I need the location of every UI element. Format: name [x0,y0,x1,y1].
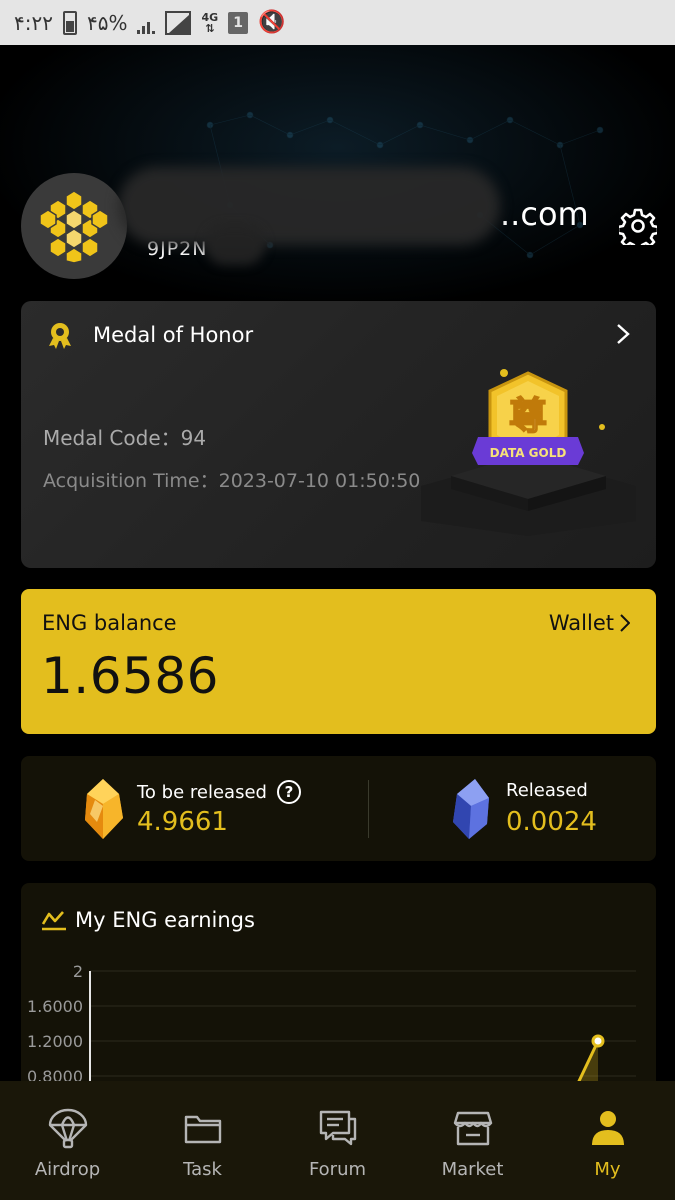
nav-label: Airdrop [34,1159,101,1180]
parachute-icon [48,1108,87,1149]
nav-task[interactable]: Task [135,1081,270,1200]
badge-label: DATA GOLD [490,446,567,460]
bottom-navigation: Airdrop Task Forum Market My [0,1081,675,1200]
nav-airdrop[interactable]: Airdrop [0,1081,135,1200]
folder-icon [184,1115,221,1144]
profile-header: ..com 9JP2N [0,45,675,300]
chevron-right-icon [620,614,630,632]
sim-signal-icon [165,10,192,35]
earnings-header: My ENG earnings [41,908,255,932]
balance-label: ENG balance [42,611,177,635]
nav-label: Market [441,1159,504,1180]
chat-icon [319,1110,356,1146]
status-bar: ۴:۲۲ ۴۵% 4G ⇅ 1 🔇 [0,0,675,45]
balance-value: 1.6586 [41,647,219,705]
acquisition-time: Acquisition Time：2023-07-10 01:50:50 [43,470,421,492]
eng-earnings-card: My ENG earnings 2 1.6000 1.2000 0.8000 [21,883,656,1113]
nav-label: Task [183,1159,222,1180]
release-card: To be released ? 4.9661 Released 0.0024 [21,756,656,861]
released-label: Released [506,780,588,801]
eng-balance-card: ENG balance Wallet 1.6586 [21,589,656,734]
badge-character: 尊 [509,394,547,438]
chevron-right-icon[interactable] [616,323,630,345]
battery-percent: ۴۵% [86,10,128,35]
wallet-label: Wallet [548,611,614,635]
person-icon [591,1111,624,1145]
y-tick-label: 1.6000 [27,997,83,1016]
nav-label: My [594,1159,621,1180]
to-be-released-label: To be released [137,781,267,803]
earnings-title: My ENG earnings [75,908,255,932]
wallet-link[interactable]: Wallet [549,611,630,635]
network-type: 4G ⇅ [201,10,219,35]
gold-gem-icon [85,779,123,839]
medal-of-honor-card[interactable]: Medal of Honor Medal Code：94 Acquisition… [21,301,656,568]
divider [368,780,369,838]
nav-my[interactable]: My [540,1081,675,1200]
blue-gem-icon [453,779,489,839]
username: ..com [500,195,589,233]
medal-icon [49,323,71,349]
avatar[interactable] [21,173,127,279]
mute-icon: 🔇 [258,10,286,35]
honeycomb-logo-icon [39,190,109,263]
y-tick-label: 2 [73,962,83,981]
sim-slot-icon: 1 [228,11,249,34]
trend-chart-icon [41,911,66,931]
nav-market[interactable]: Market [405,1081,540,1200]
to-be-released-value: 4.9661 [137,807,228,837]
to-be-released-label-row: To be released ? [137,780,301,804]
signal-icon [137,12,156,34]
medal-title: Medal of Honor [93,323,254,347]
released-value: 0.0024 [506,807,597,837]
nav-forum[interactable]: Forum [270,1081,405,1200]
clock: ۴:۲۲ [14,10,53,35]
settings-gear-icon[interactable] [619,207,657,245]
data-gold-badge-icon: 尊 DATA GOLD [421,369,636,536]
battery-icon [62,10,77,35]
data-point [591,1034,605,1048]
medal-header: Medal of Honor [45,321,253,349]
nav-label: Forum [308,1159,367,1180]
medal-code: Medal Code：94 [43,426,207,450]
store-icon [453,1111,492,1146]
y-tick-label: 1.2000 [27,1032,83,1051]
redaction-blur [205,225,265,265]
redaction-blur [118,167,500,245]
help-icon[interactable]: ? [276,780,301,804]
